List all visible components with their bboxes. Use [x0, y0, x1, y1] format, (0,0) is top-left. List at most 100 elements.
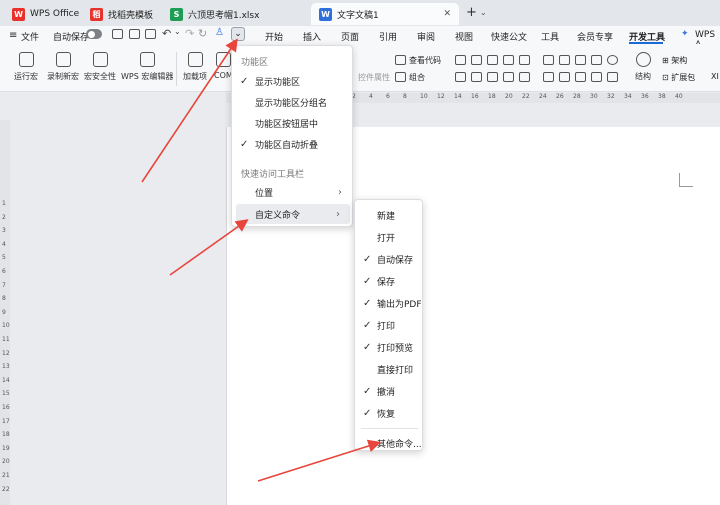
undo-dropdown-icon[interactable]: ⌄ [174, 27, 181, 36]
ruler-label: 28 [573, 93, 581, 100]
close-icon[interactable]: ✕ [443, 9, 451, 19]
xml-button[interactable]: XI [711, 72, 719, 81]
control-icon[interactable] [575, 72, 586, 82]
file-menu[interactable]: 文件 [21, 30, 39, 43]
menu-item-show-group-names[interactable]: 显示功能区分组名 [232, 92, 352, 112]
tab-member[interactable]: 会员专享 [577, 30, 613, 43]
tab-home[interactable]: 开始 [265, 30, 283, 43]
control-icon[interactable] [455, 55, 466, 65]
tab-wps-office[interactable]: W WPS Office [4, 3, 82, 25]
ruler-label: 17 [2, 417, 10, 425]
control-icon[interactable] [559, 72, 570, 82]
tab-writer-active[interactable]: W 文字文稿1 ✕ [311, 3, 459, 25]
control-icon[interactable] [607, 72, 618, 82]
menu-item-command[interactable]: ✓ 自动保存 [355, 249, 422, 269]
tab-reference[interactable]: 引用 [379, 30, 397, 43]
menu-item-more-commands[interactable]: 其他命令... [355, 433, 422, 453]
vba-editor-button[interactable]: WPS 宏编辑器 [121, 52, 173, 82]
menu-item-command[interactable]: 打开 [355, 227, 422, 247]
chevron-down-icon[interactable]: ⌄ [480, 8, 487, 17]
control-icon[interactable] [503, 72, 514, 82]
arch-icon: ⊞ [662, 56, 672, 65]
menu-item-position[interactable]: 位置 › [232, 182, 352, 202]
undo-icon[interactable]: ↶ [162, 27, 171, 40]
tab-view[interactable]: 视图 [455, 30, 473, 43]
ext-pack-button[interactable]: ⊡ 扩展包 [662, 72, 695, 83]
ruler-label: 22 [2, 485, 10, 493]
control-icon[interactable] [519, 55, 530, 65]
control-icon[interactable] [519, 72, 530, 82]
save-icon[interactable] [112, 29, 123, 39]
tab-label: 六顶思考帽1.xlsx [188, 10, 260, 21]
run-macro-icon [18, 52, 34, 67]
ruler-label: 32 [607, 93, 615, 100]
tab-label: WPS Office [30, 9, 80, 19]
combine-button[interactable]: 组合 [409, 72, 425, 83]
menu-item-auto-collapse[interactable]: ✓ 功能区自动折叠 [232, 134, 352, 154]
ruler-label: 16 [2, 404, 10, 411]
wps-ai-icon: ✦ [681, 29, 689, 39]
menu-item-command[interactable]: ✓ 恢复 [355, 403, 422, 423]
ruler-label: 2 [2, 213, 6, 221]
textbox-control-icon[interactable] [575, 55, 586, 65]
control-icon[interactable] [455, 72, 466, 82]
tab-docer[interactable]: 稻 找稻壳模板 [82, 3, 162, 25]
button-control-icon[interactable] [543, 55, 554, 65]
com-addins-button[interactable]: COM [214, 52, 233, 80]
customize-toolbar-button[interactable]: ⌄ [231, 27, 245, 41]
ruler-label: 20 [2, 458, 10, 466]
image-control-icon[interactable] [487, 55, 498, 65]
ruler-label: 22 [522, 93, 530, 100]
menu-item-command[interactable]: ✓ 打印 [355, 315, 422, 335]
check-icon: ✓ [240, 138, 249, 150]
ribbon-divider [176, 52, 177, 86]
menu-item-command[interactable]: ✓ 打印预览 [355, 337, 422, 357]
control-icon[interactable] [471, 72, 482, 82]
tab-insert[interactable]: 插入 [303, 30, 321, 43]
menu-item-command[interactable]: 新建 [355, 205, 422, 225]
macro-security-button[interactable]: 宏安全性 [84, 52, 116, 82]
export-pdf-icon[interactable] [129, 29, 140, 39]
addins-button[interactable]: 加载项 [183, 52, 207, 82]
check-icon: ✓ [363, 341, 372, 353]
print-icon[interactable] [145, 29, 156, 39]
repeat-icon[interactable]: ↻ [198, 27, 207, 40]
hamburger-icon[interactable]: ≡ [9, 30, 17, 41]
tab-page[interactable]: 页面 [341, 30, 359, 43]
menu-item-command[interactable]: ✓ 撤消 [355, 381, 422, 401]
check-icon: ✓ [363, 275, 372, 287]
redo-icon[interactable]: ↷ [185, 27, 194, 40]
structure-button[interactable]: 结构 [635, 52, 651, 82]
control-props-button[interactable]: 控件属性 [358, 72, 390, 83]
menu-item-show-ribbon[interactable]: ✓ 显示功能区 [232, 71, 352, 91]
menu-item-command[interactable]: ✓ 保存 [355, 271, 422, 291]
arch-button[interactable]: ⊞ 架构 [662, 55, 687, 66]
menu-item-command[interactable]: ✓ 输出为PDF [355, 293, 422, 313]
check-icon: ✓ [363, 407, 372, 419]
format-painter-icon[interactable]: ♙ [215, 27, 224, 38]
run-macro-button[interactable]: 运行宏 [14, 52, 38, 82]
control-icon[interactable] [591, 72, 602, 82]
tab-label: 找稻壳模板 [108, 10, 154, 21]
checkbox-control-icon[interactable] [559, 55, 570, 65]
ruler-label: 7 [2, 281, 6, 289]
tab-spreadsheet[interactable]: S 六顶思考帽1.xlsx [162, 3, 308, 25]
ruler-label: 12 [437, 93, 445, 100]
view-code-button[interactable]: 查看代码 [409, 55, 441, 66]
autosave-toggle[interactable] [86, 29, 102, 39]
tab-tools[interactable]: 工具 [541, 30, 559, 43]
record-macro-button[interactable]: 录制新宏 [47, 52, 79, 82]
menu-item-custom-commands[interactable]: 自定义命令 › [236, 204, 350, 224]
control-icon[interactable] [503, 55, 514, 65]
radio-control-icon[interactable] [607, 55, 618, 65]
control-icon[interactable] [543, 72, 554, 82]
control-icon[interactable] [487, 72, 498, 82]
menu-item-center-buttons[interactable]: 功能区按钮居中 [232, 113, 352, 133]
new-tab-button[interactable]: + [466, 5, 477, 20]
list-control-icon[interactable] [591, 55, 602, 65]
check-icon: ✓ [363, 253, 372, 265]
menu-item-command[interactable]: 直接打印 [355, 359, 422, 379]
tab-review[interactable]: 审阅 [417, 30, 435, 43]
control-icon[interactable] [471, 55, 482, 65]
tab-quick-docs[interactable]: 快速公文 [491, 30, 527, 43]
